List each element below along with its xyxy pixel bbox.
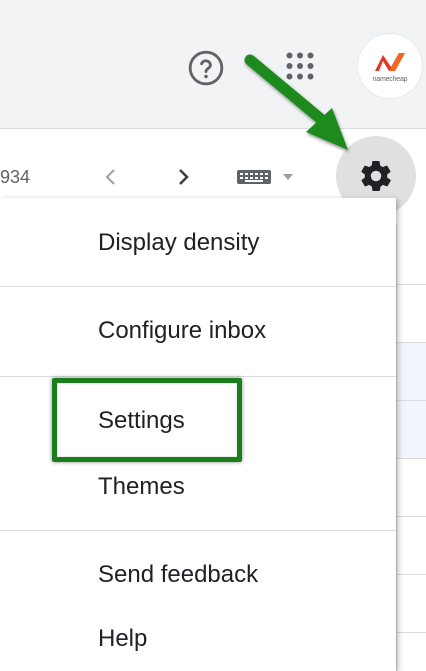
next-page-button[interactable] xyxy=(168,159,198,195)
list-row-divider xyxy=(397,458,426,459)
list-row-divider xyxy=(397,574,426,575)
help-icon[interactable] xyxy=(186,48,226,88)
list-row-divider xyxy=(397,284,426,285)
list-row-divider xyxy=(397,342,426,343)
top-header: namecheap xyxy=(0,0,426,129)
email-list-edge xyxy=(396,224,426,671)
keyboard-icon xyxy=(237,170,271,184)
menu-item-themes[interactable]: Themes xyxy=(98,472,185,502)
chevron-left-icon xyxy=(105,169,115,185)
previous-page-button[interactable] xyxy=(96,159,126,195)
menu-divider xyxy=(0,530,396,531)
page-count: 934 xyxy=(0,167,31,187)
list-row-divider xyxy=(397,516,426,517)
menu-item-configure-inbox[interactable]: Configure inbox xyxy=(98,316,266,346)
menu-divider xyxy=(0,286,396,287)
menu-item-display-density[interactable]: Display density xyxy=(98,228,259,258)
caret-down-icon xyxy=(283,174,293,180)
menu-item-send-feedback[interactable]: Send feedback xyxy=(98,560,258,590)
avatar-brand-text: namecheap xyxy=(372,76,408,83)
input-tools-button[interactable] xyxy=(236,161,302,193)
account-avatar[interactable]: namecheap xyxy=(358,34,422,98)
namecheap-logo-icon xyxy=(375,53,405,71)
list-row-divider xyxy=(397,400,426,401)
apps-grid-icon[interactable] xyxy=(278,44,322,88)
gear-icon xyxy=(361,160,391,192)
list-row-divider xyxy=(397,632,426,633)
menu-item-settings[interactable]: Settings xyxy=(98,406,185,436)
list-row-shade xyxy=(397,400,426,458)
menu-divider xyxy=(0,376,396,377)
chevron-right-icon xyxy=(179,169,189,185)
help-circle-icon xyxy=(188,50,224,86)
menu-item-help[interactable]: Help xyxy=(98,624,147,654)
list-row-shade xyxy=(397,342,426,400)
settings-dropdown-menu: Display density Configure inbox Settings… xyxy=(0,198,396,671)
